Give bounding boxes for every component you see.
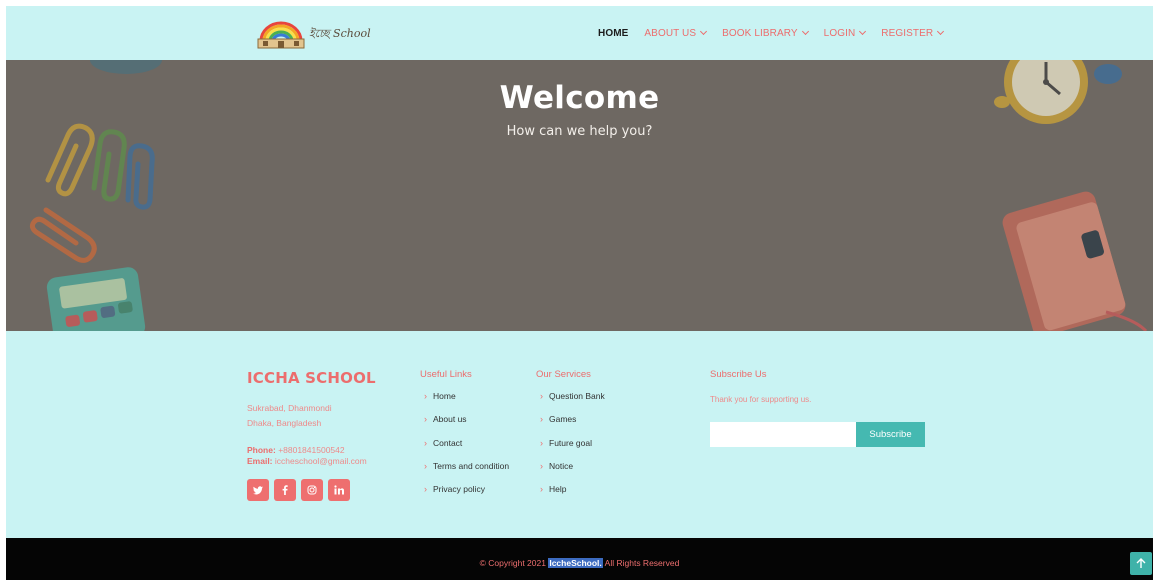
page: ইচ্ছে School HOME ABOUT US BOOK LIBRARY … bbox=[6, 6, 1153, 580]
social-links bbox=[247, 479, 355, 501]
footer-link-terms[interactable]: › Terms and condition bbox=[420, 461, 509, 484]
email-label: Email: bbox=[247, 456, 273, 466]
useful-links-column: Useful Links › Home › About us › Contact › T… bbox=[420, 369, 509, 507]
back-to-top-button[interactable] bbox=[1130, 552, 1152, 575]
email-row: Email: iccheschool@gmail.com bbox=[247, 456, 367, 467]
instagram-icon[interactable] bbox=[301, 479, 323, 501]
hero-banner: Welcome How can we help you? bbox=[6, 60, 1153, 331]
useful-links-title: Useful Links bbox=[420, 369, 472, 380]
copyright-prefix: © Copyright 2021 bbox=[479, 558, 546, 568]
chevron-right-icon: › bbox=[424, 391, 427, 401]
logo-text: ইচ্ছে School bbox=[309, 26, 371, 40]
footer-link-privacy[interactable]: › Privacy policy bbox=[420, 484, 509, 507]
site-logo[interactable]: ইচ্ছে School bbox=[255, 19, 371, 49]
copyright-bar: © Copyright 2021 IccheSchool. All Rights… bbox=[6, 538, 1153, 580]
footer-link-contact[interactable]: › Contact bbox=[420, 438, 509, 461]
hero-subtitle: How can we help you? bbox=[506, 124, 653, 139]
main-nav: HOME ABOUT US BOOK LIBRARY LOGIN REGISTE… bbox=[598, 6, 959, 60]
nav-register-label: REGISTER bbox=[881, 27, 934, 39]
footer-link-label: Contact bbox=[433, 437, 463, 448]
copyright-text: © Copyright 2021 IccheSchool. All Rights… bbox=[6, 558, 1153, 568]
service-link-notice[interactable]: › Notice bbox=[536, 461, 605, 484]
services-title: Our Services bbox=[536, 369, 591, 380]
chevron-right-icon: › bbox=[424, 437, 427, 448]
subscribe-text: Thank you for supporting us. bbox=[710, 395, 812, 404]
footer-brand: ICCHA SCHOOL bbox=[247, 369, 376, 387]
chevron-down-icon bbox=[859, 27, 867, 36]
services-column: Our Services › Question Bank › Games › Futu… bbox=[536, 369, 605, 507]
nav-book-library-label: BOOK LIBRARY bbox=[722, 27, 798, 39]
chevron-right-icon: › bbox=[424, 460, 427, 471]
service-link-label: Future goal bbox=[549, 437, 592, 448]
address-line: Sukrabad, Dhanmondi bbox=[247, 403, 332, 413]
rainbow-school-logo-icon bbox=[255, 19, 307, 49]
footer-link-home[interactable]: › Home bbox=[420, 391, 509, 414]
email-address[interactable]: iccheschool@gmail.com bbox=[275, 456, 367, 466]
chevron-right-icon: › bbox=[540, 437, 543, 448]
chevron-right-icon: › bbox=[540, 391, 543, 401]
service-link-label: Question Bank bbox=[549, 391, 605, 401]
chevron-right-icon: › bbox=[540, 460, 543, 471]
service-link-future-goal[interactable]: › Future goal bbox=[536, 438, 605, 461]
chevron-right-icon: › bbox=[424, 414, 427, 425]
nav-login[interactable]: LOGIN bbox=[823, 27, 867, 39]
service-link-label: Notice bbox=[549, 460, 574, 471]
subscribe-title: Subscribe Us bbox=[710, 369, 767, 380]
nav-about-us-label: ABOUT US bbox=[644, 27, 697, 39]
chevron-right-icon: › bbox=[424, 484, 427, 495]
footer: ICCHA SCHOOL Sukrabad, Dhanmondi Dhaka, … bbox=[6, 331, 1153, 538]
subscribe-column: Subscribe Us bbox=[710, 369, 767, 391]
subscribe-email-input[interactable] bbox=[710, 422, 856, 447]
service-link-label: Help bbox=[549, 484, 567, 495]
footer-address: Sukrabad, Dhanmondi Dhaka, Bangladesh bbox=[247, 401, 332, 431]
phone-label: Phone: bbox=[247, 445, 276, 455]
nav-home-label: HOME bbox=[598, 27, 629, 39]
service-link-games[interactable]: › Games bbox=[536, 414, 605, 437]
chevron-down-icon bbox=[700, 27, 708, 36]
address-line: Dhaka, Bangladesh bbox=[247, 418, 322, 428]
footer-link-label: Home bbox=[433, 391, 456, 401]
facebook-icon[interactable] bbox=[274, 479, 296, 501]
footer-link-about-us[interactable]: › About us bbox=[420, 414, 509, 437]
copyright-suffix: All Rights Reserved bbox=[604, 558, 680, 568]
nav-login-label: LOGIN bbox=[823, 27, 856, 39]
footer-contact: Phone: +8801841500542 Email: iccheschool… bbox=[247, 445, 367, 467]
service-link-help[interactable]: › Help bbox=[536, 484, 605, 507]
footer-link-label: Privacy policy bbox=[433, 484, 485, 495]
footer-link-label: Terms and condition bbox=[433, 460, 510, 471]
nav-home[interactable]: HOME bbox=[598, 28, 628, 39]
chevron-right-icon: › bbox=[540, 414, 543, 425]
footer-link-label: About us bbox=[433, 414, 467, 425]
chevron-down-icon bbox=[801, 27, 809, 36]
twitter-icon[interactable] bbox=[247, 479, 269, 501]
nav-book-library[interactable]: BOOK LIBRARY bbox=[722, 27, 809, 39]
phone-number: +8801841500542 bbox=[278, 445, 345, 455]
chevron-down-icon bbox=[937, 27, 945, 36]
nav-register[interactable]: REGISTER bbox=[881, 27, 945, 39]
phone-row: Phone: +8801841500542 bbox=[247, 445, 367, 456]
subscribe-button[interactable]: Subscribe bbox=[856, 422, 925, 447]
copyright-site-name[interactable]: IccheSchool. bbox=[548, 558, 603, 568]
nav-about-us[interactable]: ABOUT US bbox=[644, 27, 708, 39]
hero-title: Welcome bbox=[499, 80, 660, 116]
top-navbar: ইচ্ছে School HOME ABOUT US BOOK LIBRARY … bbox=[6, 6, 1153, 60]
service-link-question-bank[interactable]: › Question Bank bbox=[536, 391, 605, 414]
arrow-up-icon bbox=[1136, 558, 1146, 568]
service-link-label: Games bbox=[549, 414, 577, 425]
chevron-right-icon: › bbox=[540, 484, 543, 495]
linkedin-icon[interactable] bbox=[328, 479, 350, 501]
